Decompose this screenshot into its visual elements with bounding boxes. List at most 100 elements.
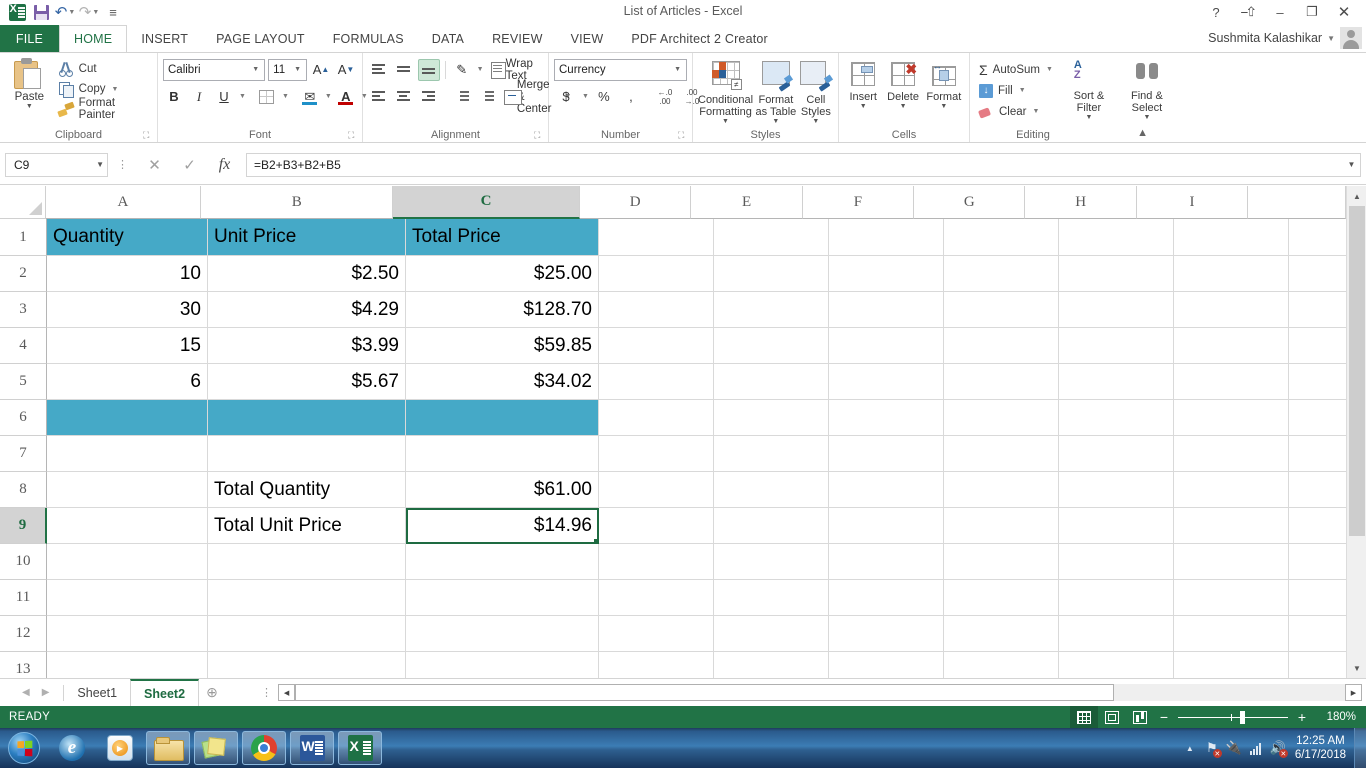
- cell-B2[interactable]: $2.50: [208, 256, 406, 292]
- chevron-down-icon[interactable]: ▼: [239, 93, 246, 100]
- tab-pdf-architect[interactable]: PDF Architect 2 Creator: [617, 25, 782, 52]
- cell-C3[interactable]: $128.70: [406, 292, 599, 328]
- alignment-dialog-launcher-icon[interactable]: ⛶: [534, 130, 544, 140]
- cell-G10[interactable]: [944, 544, 1059, 580]
- collapse-ribbon-icon[interactable]: ▲: [1137, 127, 1148, 139]
- cell-G9[interactable]: [944, 508, 1059, 544]
- row-header-8[interactable]: 8: [0, 472, 47, 508]
- chevron-down-icon[interactable]: ▼: [325, 93, 332, 100]
- font-size-combo[interactable]: 11 ▼: [268, 58, 307, 81]
- chevron-down-icon[interactable]: ▼: [1019, 87, 1026, 94]
- sheet-tab-sheet2[interactable]: Sheet2: [130, 678, 200, 707]
- cell-F13[interactable]: [829, 652, 944, 678]
- restore-button[interactable]: ❐: [1296, 1, 1328, 23]
- cell-F3[interactable]: [829, 292, 944, 328]
- cell-E5[interactable]: [714, 364, 829, 400]
- row-header-9[interactable]: 9: [0, 508, 47, 544]
- previous-sheet-icon[interactable]: ◀: [22, 687, 30, 698]
- row-header-2[interactable]: 2: [0, 256, 47, 292]
- cell-F1[interactable]: [829, 219, 944, 256]
- align-center-button[interactable]: [393, 86, 415, 108]
- cell-F6[interactable]: [829, 400, 944, 436]
- cell-E4[interactable]: [714, 328, 829, 364]
- cell-C2[interactable]: $25.00: [406, 256, 599, 292]
- paste-button[interactable]: Paste ▼: [5, 55, 54, 119]
- column-header-E[interactable]: E: [691, 186, 803, 219]
- cell-G8[interactable]: [944, 472, 1059, 508]
- chevron-down-icon[interactable]: ▼: [5, 103, 54, 111]
- cell-D2[interactable]: [599, 256, 714, 292]
- scroll-right-icon[interactable]: ▶: [1345, 684, 1362, 701]
- chevron-down-icon[interactable]: ▼: [582, 93, 589, 100]
- decrease-indent-button[interactable]: [450, 86, 472, 108]
- cell-D13[interactable]: [599, 652, 714, 678]
- cell-B13[interactable]: [208, 652, 406, 678]
- cell-C7[interactable]: [406, 436, 599, 472]
- number-format-combo[interactable]: Currency ▼: [554, 58, 687, 81]
- autosum-button[interactable]: Σ AutoSum ▼: [975, 59, 1057, 80]
- vertical-scroll-thumb[interactable]: [1349, 206, 1365, 536]
- sheet-tab-sheet1[interactable]: Sheet1: [64, 679, 130, 706]
- cell-A12[interactable]: [47, 616, 208, 652]
- chevron-down-icon[interactable]: ▼: [249, 66, 262, 73]
- cell-H4[interactable]: [1059, 328, 1174, 364]
- start-button[interactable]: [0, 729, 48, 767]
- row-header-4[interactable]: 4: [0, 328, 47, 364]
- column-header-H[interactable]: H: [1025, 186, 1137, 219]
- taskbar-windows-media-player[interactable]: [98, 731, 142, 765]
- align-middle-button[interactable]: [393, 59, 415, 81]
- clipboard-dialog-launcher-icon[interactable]: ⛶: [143, 130, 153, 140]
- row-header-10[interactable]: 10: [0, 544, 47, 580]
- column-header-D[interactable]: D: [580, 186, 692, 219]
- cell-I9[interactable]: [1174, 508, 1289, 544]
- cell-D8[interactable]: [599, 472, 714, 508]
- cell-C6[interactable]: [406, 400, 599, 436]
- cell-G12[interactable]: [944, 616, 1059, 652]
- zoom-in-button[interactable]: +: [1292, 709, 1312, 725]
- help-icon[interactable]: ?: [1200, 1, 1232, 23]
- cell-C10[interactable]: [406, 544, 599, 580]
- cell-D9[interactable]: [599, 508, 714, 544]
- cell-G2[interactable]: [944, 256, 1059, 292]
- cell-E6[interactable]: [714, 400, 829, 436]
- cell-H5[interactable]: [1059, 364, 1174, 400]
- row-header-1[interactable]: 1: [0, 219, 47, 256]
- chevron-down-icon[interactable]: ▼: [924, 103, 964, 111]
- zoom-level[interactable]: 180%: [1312, 711, 1356, 723]
- cell-B4[interactable]: $3.99: [208, 328, 406, 364]
- cell-G5[interactable]: [944, 364, 1059, 400]
- format-as-table-button[interactable]: Format as Table ▼: [753, 58, 799, 126]
- cell-A5[interactable]: 6: [47, 364, 208, 400]
- cell-G13[interactable]: [944, 652, 1059, 678]
- cell-D12[interactable]: [599, 616, 714, 652]
- cell-styles-button[interactable]: Cell Styles ▼: [799, 58, 833, 126]
- column-header-F[interactable]: F: [802, 186, 915, 219]
- signal-icon[interactable]: [1245, 728, 1267, 768]
- cell-B11[interactable]: [208, 580, 406, 616]
- next-sheet-icon[interactable]: ▶: [42, 687, 50, 698]
- clear-button[interactable]: Clear ▼: [975, 101, 1057, 122]
- chevron-down-icon[interactable]: ▼: [291, 66, 304, 73]
- cell-F5[interactable]: [829, 364, 944, 400]
- conditional-formatting-button[interactable]: ≠ Conditional Formatting ▼: [698, 58, 753, 126]
- cell-B3[interactable]: $4.29: [208, 292, 406, 328]
- cut-button[interactable]: Cut: [54, 59, 152, 79]
- enter-formula-button[interactable]: ✓: [172, 153, 207, 177]
- page-layout-view-button[interactable]: [1098, 706, 1126, 728]
- zoom-out-button[interactable]: −: [1154, 709, 1174, 725]
- horizontal-scrollbar[interactable]: ◀ ▶: [272, 684, 1366, 701]
- cell-G3[interactable]: [944, 292, 1059, 328]
- cell-H6[interactable]: [1059, 400, 1174, 436]
- insert-function-button[interactable]: fx: [207, 153, 242, 177]
- chevron-down-icon[interactable]: ▼: [671, 66, 684, 73]
- cell-A13[interactable]: [47, 652, 208, 678]
- cell-E2[interactable]: [714, 256, 829, 292]
- cell-H3[interactable]: [1059, 292, 1174, 328]
- cell-A6[interactable]: [47, 400, 208, 436]
- chevron-down-icon[interactable]: ▼: [1046, 66, 1053, 73]
- cell-A3[interactable]: 30: [47, 292, 208, 328]
- column-header-B[interactable]: B: [201, 186, 394, 219]
- cell-A11[interactable]: [47, 580, 208, 616]
- underline-button[interactable]: U: [213, 86, 235, 108]
- cell-A2[interactable]: 10: [47, 256, 208, 292]
